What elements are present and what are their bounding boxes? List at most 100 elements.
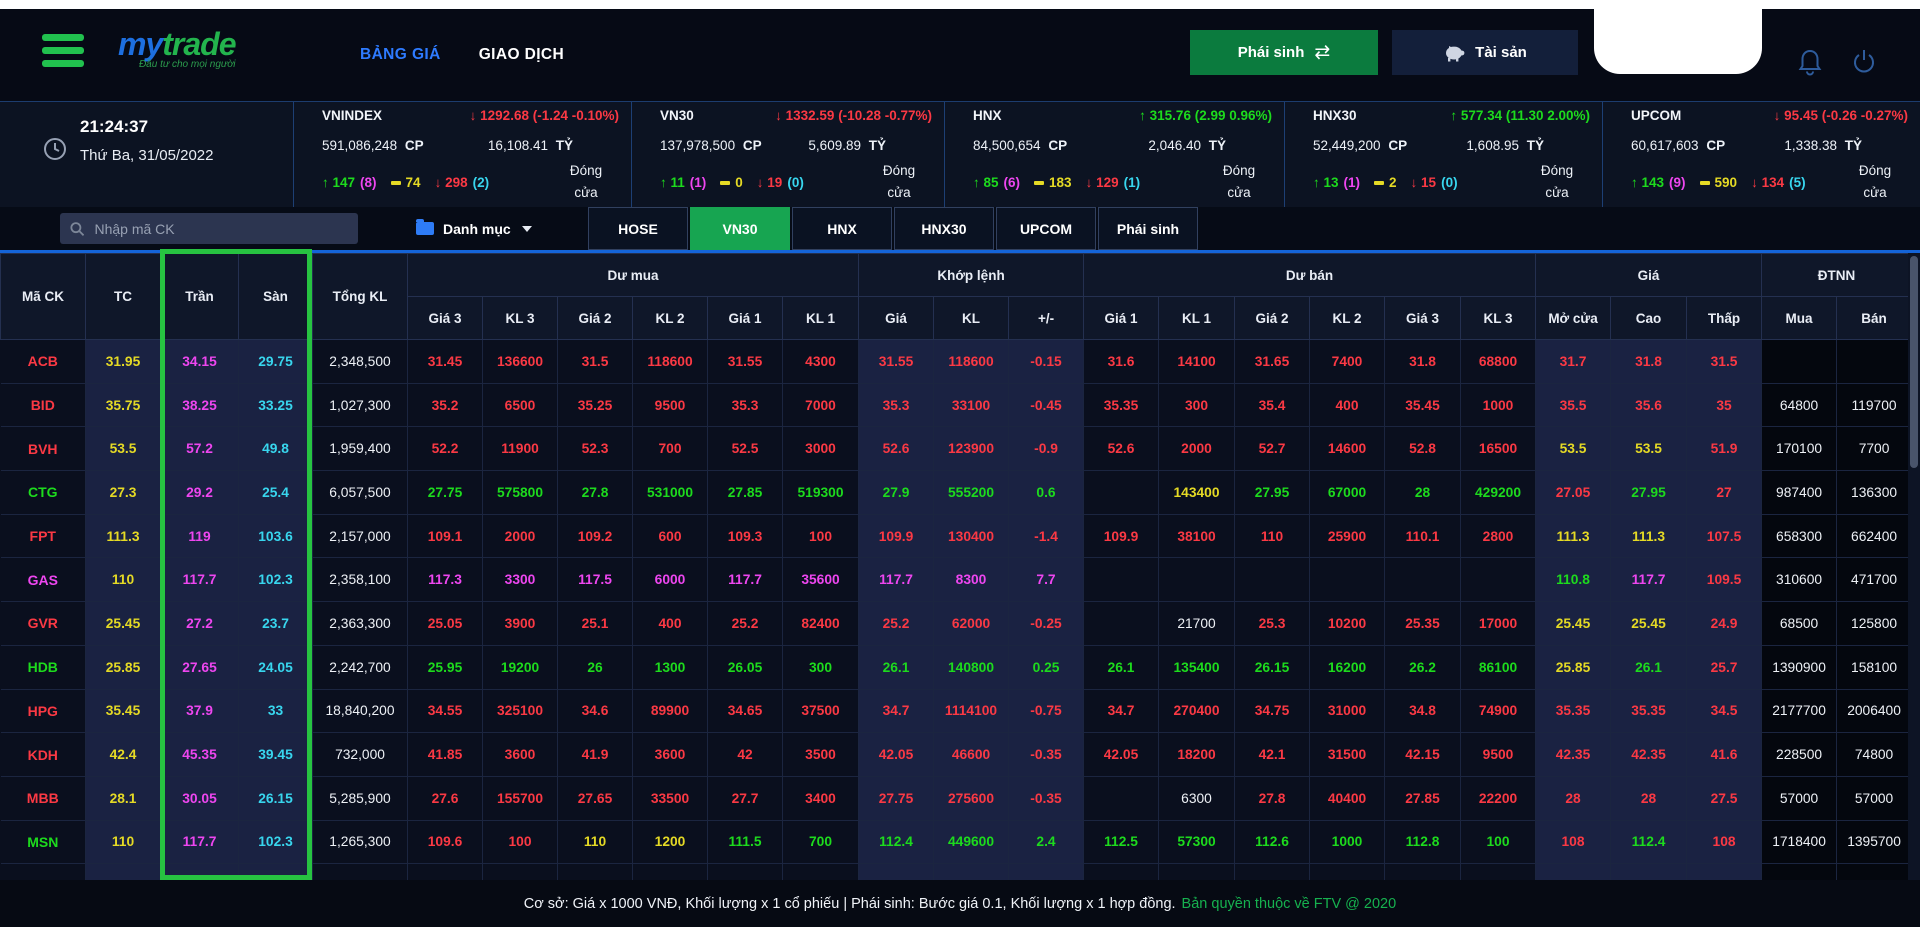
scrollbar-thumb[interactable] — [1910, 256, 1918, 468]
cell: 28 — [1611, 776, 1687, 820]
cell: -0.35 — [1009, 733, 1084, 777]
tab-vn30[interactable]: VN30 — [690, 207, 790, 250]
index-name: HNX — [973, 108, 1002, 123]
index-panel-upcom[interactable]: UPCOM↓ 95.45 (-0.26 -0.27%)60,617,603 CP… — [1602, 102, 1920, 208]
index-panel-vn30[interactable]: VN30↓ 1332.59 (-10.28 -0.77%)137,978,500… — [631, 102, 944, 208]
cell: 31500 — [1310, 733, 1385, 777]
cell: 67000 — [1310, 471, 1385, 515]
index-turnover: 5,609.89 TỶ — [808, 138, 886, 153]
cell: 46600 — [934, 733, 1009, 777]
index-value: ↓ 1332.59 (-10.28 -0.77%) — [775, 108, 932, 123]
menu-icon[interactable] — [42, 34, 84, 72]
nav-link-price-board[interactable]: BẢNG GIÁ — [360, 46, 441, 64]
cell: 600 — [633, 514, 708, 558]
cell: 34.15 — [161, 340, 239, 384]
cell: 35.5 — [1536, 383, 1611, 427]
index-panel-hnx30[interactable]: HNX30↑ 577.34 (11.30 2.00%)52,449,200 CP… — [1284, 102, 1602, 208]
derivative-button[interactable]: Phái sinh ⇄ — [1190, 30, 1378, 75]
cell: 100 — [783, 514, 859, 558]
cell: 135400 — [1159, 645, 1235, 689]
search-box[interactable] — [60, 213, 358, 244]
market-breadth: ↑ 11(1)0↓ 19(0) — [660, 175, 804, 190]
col-header: Sàn — [239, 254, 313, 340]
cell: 27.65 — [558, 776, 633, 820]
tab-hnx[interactable]: HNX — [792, 207, 892, 250]
cell: 145 — [1385, 864, 1461, 880]
cell: 111.5 — [708, 820, 783, 864]
vertical-scrollbar[interactable] — [1908, 253, 1920, 880]
cell: 52.2 — [408, 427, 483, 471]
cell: 57000 — [1837, 776, 1912, 820]
cell: 35 — [1687, 383, 1762, 427]
stock-symbol[interactable]: BVH — [1, 427, 86, 471]
cell: 41.6 — [1687, 733, 1762, 777]
cell: 33.25 — [239, 383, 313, 427]
cell: 25.45 — [1536, 602, 1611, 646]
cell: 27.75 — [859, 776, 934, 820]
cell: 62000 — [934, 602, 1009, 646]
cell: 1,265,300 — [313, 820, 408, 864]
cell: 31.8 — [1385, 340, 1461, 384]
cell: 53.5 — [1536, 427, 1611, 471]
index-volume: 591,086,248 CP — [322, 138, 424, 153]
col-header: Tổng KL — [313, 254, 408, 340]
footer-copyright: Bản quyền thuộc về FTV @ 2020 — [1182, 896, 1397, 912]
cell: 27.05 — [1536, 471, 1611, 515]
group-header: Giá — [1536, 254, 1762, 297]
folder-icon — [416, 222, 434, 235]
cell: 1000 — [1310, 820, 1385, 864]
cell: 2,242,700 — [313, 645, 408, 689]
stock-symbol[interactable]: FPT — [1, 514, 86, 558]
assets-button[interactable]: Tài sản — [1392, 30, 1578, 75]
tab-hose[interactable]: HOSE — [588, 207, 688, 250]
index-panel-vnindex[interactable]: VNINDEX↓ 1292.68 (-1.24 -0.10%)591,086,2… — [293, 102, 631, 208]
cell: 144.5 — [1084, 864, 1159, 880]
cell: 7700 — [1837, 427, 1912, 471]
nav-link-trading[interactable]: GIAO DỊCH — [479, 46, 564, 64]
cell: 27.7 — [708, 776, 783, 820]
cell: 142.6 — [408, 864, 483, 880]
stock-symbol[interactable]: MSN — [1, 820, 86, 864]
cell: 27.5 — [1687, 776, 1762, 820]
cell: 8300 — [934, 558, 1009, 602]
brand-logo[interactable]: mytrade Đầu tư cho mọi người — [118, 27, 236, 70]
stock-symbol[interactable]: ACB — [1, 340, 86, 384]
stock-symbol[interactable]: GAS — [1, 558, 86, 602]
cell: -0.35 — [1009, 776, 1084, 820]
stock-symbol[interactable]: MWG — [1, 864, 86, 880]
tab-phái-sinh[interactable]: Phái sinh — [1098, 207, 1198, 250]
cell: 1114100 — [934, 689, 1009, 733]
cell: 110.8 — [1536, 558, 1611, 602]
cell: 170100 — [1762, 427, 1837, 471]
cell: 25.7 — [1687, 645, 1762, 689]
stock-symbol[interactable]: KDH — [1, 733, 86, 777]
cell: 555200 — [934, 471, 1009, 515]
stock-symbol[interactable]: HDB — [1, 645, 86, 689]
cell: 42 — [708, 733, 783, 777]
stock-symbol[interactable]: HPG — [1, 689, 86, 733]
cell: 25.45 — [1611, 602, 1687, 646]
cell: 37.9 — [161, 689, 239, 733]
market-index-strip: 21:24:37 Thứ Ba, 31/05/2022 VNINDEX↓ 129… — [0, 101, 1920, 209]
cell: 27.6 — [408, 776, 483, 820]
stock-symbol[interactable]: MBB — [1, 776, 86, 820]
tab-upcom[interactable]: UPCOM — [996, 207, 1096, 250]
cell: 33500 — [633, 776, 708, 820]
cell: 1718400 — [1762, 820, 1837, 864]
search-input[interactable] — [92, 220, 348, 238]
cell: 31.65 — [1235, 340, 1310, 384]
cell: 3400 — [783, 776, 859, 820]
cell: 26.05 — [708, 645, 783, 689]
index-value: ↑ 315.76 (2.99 0.96%) — [1139, 108, 1272, 123]
watchlist-dropdown[interactable]: Danh mục — [416, 213, 532, 244]
power-icon[interactable] — [1850, 47, 1878, 77]
index-panel-hnx[interactable]: HNX↑ 315.76 (2.99 0.96%)84,500,654 CP2,0… — [944, 102, 1284, 208]
stock-symbol[interactable]: BID — [1, 383, 86, 427]
stock-symbol[interactable]: GVR — [1, 602, 86, 646]
stock-symbol[interactable]: CTG — [1, 471, 86, 515]
tab-hnx30[interactable]: HNX30 — [894, 207, 994, 250]
cell: 519300 — [783, 471, 859, 515]
cell: 108 — [1536, 820, 1611, 864]
bell-icon[interactable] — [1796, 47, 1824, 77]
cell: 109.2 — [558, 514, 633, 558]
